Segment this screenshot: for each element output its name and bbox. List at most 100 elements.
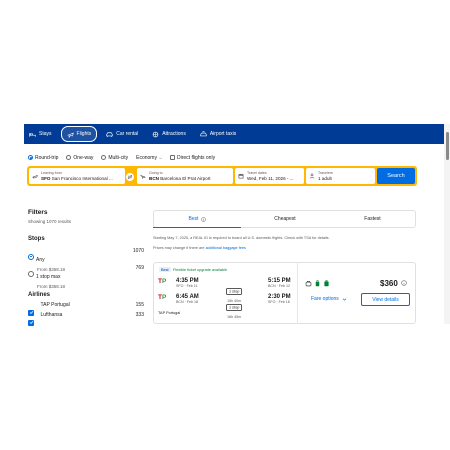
direct-flights-checkbox[interactable]	[170, 155, 175, 160]
return-arrival: 2:30 PM SFO · Feb 18	[268, 294, 291, 304]
travel-dates-label: Travel dates	[247, 171, 267, 175]
tab-fastest[interactable]: Fastest	[329, 210, 416, 228]
leaving-from-field[interactable]: Leaving from SFO San Francisco Internatio…	[29, 168, 125, 184]
stops-1-stop-label: 1 stop max	[36, 274, 61, 280]
tab-airport-taxis[interactable]: Airport taxis	[195, 127, 241, 141]
from-airport-code: SFO	[41, 176, 51, 181]
flight-price: $360	[380, 279, 398, 288]
calendar-icon	[238, 173, 244, 179]
return-arrive-info: SFO · Feb 18	[268, 300, 290, 304]
travel-dates-field[interactable]: Travel dates Wed, Feb 11, 2026 - ...	[235, 168, 304, 184]
view-details-button[interactable]: View details	[361, 293, 410, 306]
outbound-arrival: 5:15 PM BCN · Feb 12	[268, 278, 291, 288]
scrollbar-thumb[interactable]	[446, 132, 449, 160]
airline-filter-lufthansa[interactable]: Lufthansa 333	[28, 312, 146, 326]
tab-stays[interactable]: Stays	[24, 127, 57, 141]
multi-city-option[interactable]: Multi-city	[101, 155, 128, 161]
return-stops-badge: 1 stop	[226, 303, 243, 311]
info-icon[interactable]	[200, 216, 206, 222]
to-airport-name: Barcelona El Prat Airport	[160, 176, 211, 181]
personal-item-icon	[305, 280, 312, 287]
airline-name: TAP Portugal	[158, 311, 181, 315]
outbound-stops-badge: 1 stop	[226, 287, 243, 295]
going-to-field[interactable]: Going to BCN Barcelona El Prat Airport	[137, 168, 233, 184]
round-trip-radio[interactable]	[28, 155, 33, 160]
stops-1-stop-radio[interactable]	[28, 270, 34, 277]
airline-lufthansa-checkbox[interactable]	[28, 319, 34, 326]
tab-car-rental-label: Car rental	[116, 131, 139, 137]
attractions-icon	[152, 131, 159, 137]
one-way-radio[interactable]	[66, 155, 72, 160]
travel-dates-value: Wed, Feb 11, 2026 - ...	[247, 176, 294, 181]
cabin-class-select[interactable]: Economy ⌵	[136, 155, 162, 161]
real-id-notice: Starting May 7, 2025, a REAL ID is requi…	[153, 236, 330, 240]
round-trip-option[interactable]: Round-trip	[28, 155, 58, 161]
travelers-field[interactable]: Travelers 1 adult	[306, 168, 375, 184]
one-way-label: One-way	[73, 154, 94, 161]
best-badge: Best	[159, 267, 171, 273]
plane-takeoff-icon	[32, 174, 38, 179]
swap-button[interactable]	[125, 172, 135, 182]
price-info-icon[interactable]	[401, 280, 407, 286]
return-departure: 6:45 AM BCN · Feb 18	[176, 294, 199, 304]
airline-lufthansa-label: Lufthansa	[40, 312, 63, 318]
tab-cheapest[interactable]: Cheapest	[241, 210, 329, 228]
tab-fastest-label: Fastest	[364, 216, 381, 222]
stops-option-1-stop[interactable]: 1 stop max 769 From $358.18	[28, 265, 146, 289]
taxi-icon	[200, 130, 207, 136]
checked-bag-icon	[324, 280, 329, 287]
tab-airport-taxis-label: Airport taxis	[209, 131, 237, 137]
stops-any-label: Any	[36, 257, 45, 263]
stops-1-stop-price: From $358.18	[37, 284, 66, 289]
trip-options: Round-trip One-way Multi-city Economy ⌵ D…	[28, 153, 215, 162]
fare-options-dropdown[interactable]: Fare options	[311, 296, 347, 302]
airline-tap-label: TAP Portugal	[40, 302, 70, 308]
outbound-arrive-info: BCN · Feb 12	[268, 284, 290, 288]
multi-city-radio[interactable]	[101, 155, 107, 160]
return-stops: 1 stop 16h 45m	[226, 295, 243, 319]
active-tab-indicator	[153, 227, 241, 229]
outbound-depart-info: SFO · Feb 11	[176, 284, 198, 288]
stops-any-radio[interactable]	[28, 253, 34, 260]
tab-flights-label: Flights	[76, 131, 92, 137]
tab-attractions-label: Attractions	[162, 131, 186, 137]
tab-best[interactable]: Best	[153, 210, 241, 228]
baggage-notice: Prices may change if there are additiona…	[153, 246, 246, 250]
one-way-option[interactable]: One-way	[66, 155, 93, 161]
tap-portugal-logo: TP	[158, 278, 167, 285]
airline-filter-tap[interactable]: TAP Portugal 155	[28, 302, 146, 316]
tab-stays-label: Stays	[39, 131, 52, 137]
leaving-from-label: Leaving from	[41, 171, 62, 175]
stops-any-count: 1070	[132, 248, 144, 254]
filters-title: Filters	[28, 209, 48, 216]
stops-title: Stops	[28, 236, 45, 242]
multi-city-label: Multi-city	[108, 154, 129, 161]
tab-flights[interactable]: Flights	[60, 126, 98, 142]
baggage-notice-text: Prices may change if there are	[153, 246, 205, 250]
stops-1-stop-count: 769	[135, 265, 144, 271]
baggage-fees-link[interactable]: additional baggage fees	[206, 246, 246, 250]
cabin-class-value: Economy	[136, 154, 157, 161]
to-airport-code: BCN	[149, 176, 159, 181]
airlines-title: Airlines	[28, 292, 51, 298]
baggage-icons	[305, 280, 330, 287]
plane-landing-icon	[140, 175, 146, 179]
direct-flights-label: Direct flights only	[177, 154, 216, 161]
swap-icon	[127, 175, 133, 179]
tab-attractions[interactable]: Attractions	[147, 127, 191, 141]
card-divider	[297, 262, 298, 324]
flexible-ticket-badge: Flexible ticket upgrade available	[173, 267, 228, 272]
person-icon	[309, 173, 315, 179]
outbound-departure: 4:35 PM SFO · Feb 11	[176, 278, 199, 288]
travelers-label: Travelers	[318, 171, 333, 175]
airline-lufthansa-count: 333	[135, 312, 144, 318]
return-depart-info: BCN · Feb 18	[176, 300, 198, 304]
tab-car-rental[interactable]: Car rental	[101, 127, 143, 141]
going-to-label: Going to	[149, 171, 163, 175]
top-nav: Stays Flights Car rental Attractions Air…	[24, 124, 444, 144]
search-button[interactable]: Search	[377, 168, 415, 184]
from-airport-name: San Francisco International ...	[51, 176, 113, 181]
chevron-down-icon	[342, 298, 347, 301]
car-icon	[106, 131, 113, 137]
direct-flights-option[interactable]: Direct flights only	[170, 155, 215, 161]
